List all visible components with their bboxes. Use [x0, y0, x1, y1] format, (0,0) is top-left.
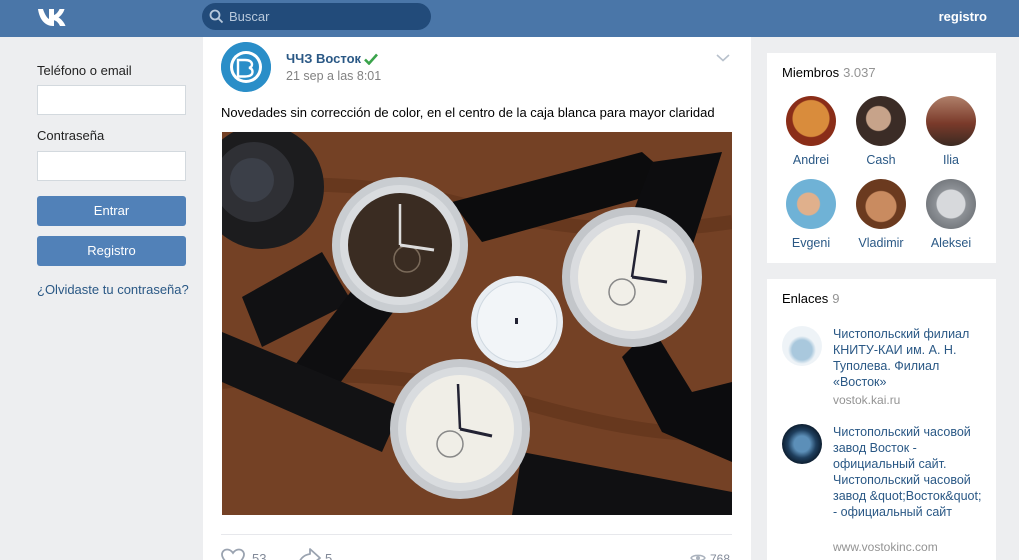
eye-icon — [690, 554, 706, 560]
member-item[interactable]: Aleksei — [916, 179, 986, 250]
search-icon — [209, 9, 224, 24]
member-name[interactable]: Cash — [846, 153, 916, 167]
link-thumbnail[interactable] — [782, 424, 822, 464]
members-title[interactable]: Miembros — [782, 65, 839, 80]
members-count: 3.037 — [843, 65, 876, 80]
member-name[interactable]: Vladimir — [846, 236, 916, 250]
member-item[interactable]: Ilia — [916, 96, 986, 167]
group-avatar[interactable] — [221, 42, 271, 92]
member-avatar[interactable] — [856, 96, 906, 146]
member-item[interactable]: Cash — [846, 96, 916, 167]
top-bar: registro — [0, 0, 1019, 37]
register-link[interactable]: registro — [939, 9, 987, 24]
member-name[interactable]: Ilia — [916, 153, 986, 167]
phone-label: Teléfono o email — [37, 63, 132, 78]
password-label: Contraseña — [37, 128, 105, 143]
links-header[interactable]: Enlaces 9 — [782, 291, 839, 306]
share-count: 5 — [325, 551, 333, 560]
member-avatar[interactable] — [786, 179, 836, 229]
member-item[interactable]: Evgeni — [776, 179, 846, 250]
link-item[interactable]: Чистопольский филиал КНИТУ-КАИ им. А. Н.… — [782, 326, 992, 407]
member-name[interactable]: Aleksei — [916, 236, 986, 250]
link-title[interactable]: Чистопольский часовой завод Восток - офи… — [833, 424, 988, 520]
forgot-password-link[interactable]: ¿Olvidaste tu contraseña? — [37, 282, 189, 297]
member-name[interactable]: Evgeni — [776, 236, 846, 250]
member-avatar[interactable] — [786, 96, 836, 146]
links-title[interactable]: Enlaces — [782, 291, 828, 306]
links-card: Enlaces 9 Чистопольский филиал КНИТУ-КАИ … — [767, 279, 996, 560]
member-item[interactable]: Vladimir — [846, 179, 916, 250]
phone-email-input[interactable] — [37, 85, 186, 115]
link-item[interactable]: Чистопольский часовой завод Восток - офи… — [782, 424, 992, 554]
link-url: vostok.kai.ru — [833, 393, 901, 407]
post-author[interactable]: ЧЧЗ Восток — [286, 51, 379, 66]
members-header[interactable]: Miembros 3.037 — [782, 65, 876, 80]
views-count: 768 — [710, 552, 731, 560]
link-title[interactable]: Чистопольский филиал КНИТУ-КАИ им. А. Н.… — [833, 326, 988, 390]
link-thumbnail[interactable] — [782, 326, 822, 366]
share-icon[interactable] — [297, 548, 321, 560]
members-card: Miembros 3.037 Andrei Cash Ilia Evgeni Vl… — [767, 53, 996, 263]
member-item[interactable]: Andrei — [776, 96, 846, 167]
member-avatar[interactable] — [926, 96, 976, 146]
verified-check-icon — [364, 53, 379, 65]
post-photo[interactable] — [222, 132, 732, 515]
search-bar[interactable] — [202, 3, 431, 30]
heart-icon[interactable] — [221, 548, 245, 560]
author-name[interactable]: ЧЧЗ Восток — [286, 51, 361, 66]
post-text: Novedades sin corrección de color, en el… — [221, 105, 715, 120]
link-url: www.vostokinc.com — [833, 540, 938, 554]
like-count: 53 — [252, 551, 267, 560]
search-input[interactable] — [229, 3, 424, 30]
links-count: 9 — [832, 291, 840, 306]
enter-button[interactable]: Entrar — [37, 196, 186, 226]
password-input[interactable] — [37, 151, 186, 181]
post-date[interactable]: 21 sep a las 8:01 — [286, 69, 381, 83]
wall-post: ЧЧЗ Восток 21 sep a las 8:01 Novedades s… — [203, 37, 751, 560]
register-button[interactable]: Registro — [37, 236, 186, 266]
member-avatar[interactable] — [926, 179, 976, 229]
vk-logo-icon[interactable] — [36, 6, 70, 28]
chevron-down-icon[interactable] — [716, 54, 730, 62]
member-name[interactable]: Andrei — [776, 153, 846, 167]
post-divider — [221, 534, 732, 535]
member-avatar[interactable] — [856, 179, 906, 229]
